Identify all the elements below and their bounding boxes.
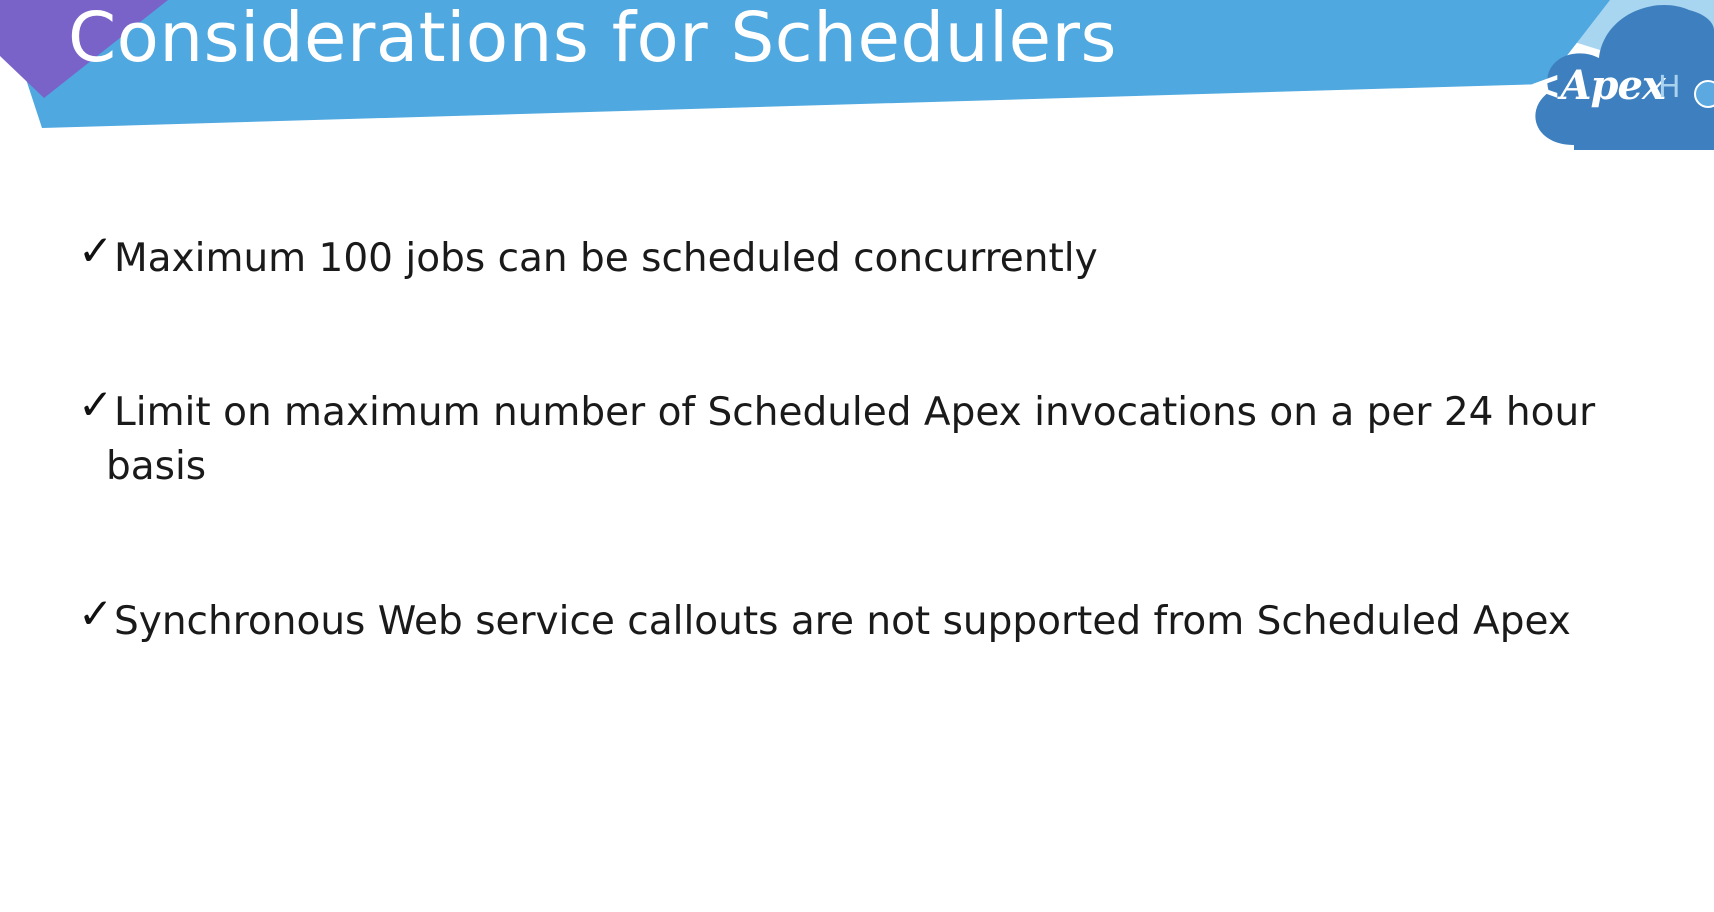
bullet-text-line1: Limit on maximum number of Scheduled Ape… <box>114 390 1596 435</box>
checkmark-icon: ✓ <box>78 226 114 275</box>
bullet-item: ✓ Maximum 100 jobs can be scheduled conc… <box>78 226 1098 286</box>
bullet-item: ✓ Synchronous Web service callouts are n… <box>78 589 1571 649</box>
logo-text: <Apex <box>1528 62 1666 109</box>
logo-suffix: H <box>1658 70 1681 105</box>
checkmark-icon: ✓ <box>78 589 114 638</box>
bullet-text: Synchronous Web service callouts are not… <box>114 599 1571 644</box>
slide: Considerations for Schedulers <Apex H ✓ … <box>0 0 1714 912</box>
slide-title: Considerations for Schedulers <box>68 0 1117 78</box>
bullet-text-line2: basis <box>106 444 207 489</box>
checkmark-icon: ✓ <box>78 380 114 429</box>
logo-badge-icon <box>1694 80 1714 108</box>
bullet-item: ✓ Limit on maximum number of Scheduled A… <box>78 380 1596 494</box>
bullet-text: Maximum 100 jobs can be scheduled concur… <box>114 236 1098 281</box>
